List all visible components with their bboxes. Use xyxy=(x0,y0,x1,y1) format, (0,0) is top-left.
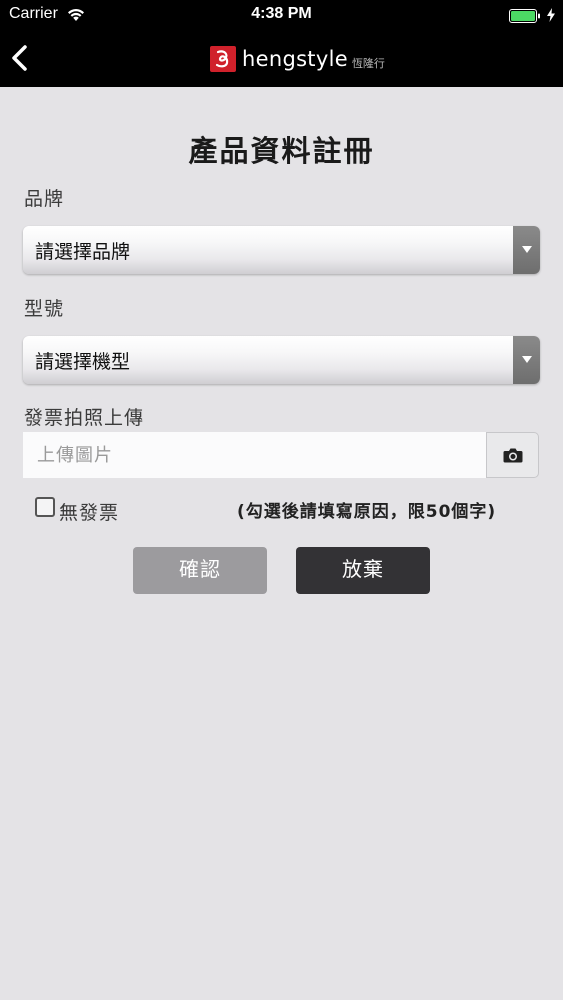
page-title: 產品資料註冊 xyxy=(188,134,375,168)
model-label: 型號 xyxy=(24,298,65,320)
clock: 4:38 PM xyxy=(251,5,312,22)
camera-button[interactable] xyxy=(486,432,539,478)
triangle-down-icon xyxy=(522,246,532,253)
model-select[interactable]: 請選擇機型 xyxy=(23,336,540,384)
brand-name: hengstyle xyxy=(242,47,348,71)
back-chevron-icon[interactable] xyxy=(10,44,30,76)
model-select-value: 請選擇機型 xyxy=(35,351,131,373)
upload-image-field[interactable] xyxy=(23,432,486,478)
triangle-down-icon xyxy=(522,356,532,363)
invoice-upload-label: 發票拍照上傳 xyxy=(24,407,145,429)
brand-select-value: 請選擇品牌 xyxy=(35,241,131,263)
brand-select[interactable]: 請選擇品牌 xyxy=(23,226,540,274)
no-invoice-hint: (勾選後請填寫原因，限50個字) xyxy=(237,502,497,522)
brand-mark-icon xyxy=(210,46,236,72)
brand-dropdown-arrow xyxy=(513,226,540,274)
nav-bar: hengstyle 恆隆行 xyxy=(0,30,563,87)
camera-icon xyxy=(503,448,523,463)
brand-label: 品牌 xyxy=(24,188,65,210)
no-invoice-checkbox[interactable] xyxy=(35,497,55,517)
brand-logo: hengstyle 恆隆行 xyxy=(210,44,385,74)
model-dropdown-arrow xyxy=(513,336,540,384)
confirm-button[interactable]: 確認 xyxy=(133,547,267,594)
status-bar: Carrier 4:38 PM xyxy=(0,0,563,30)
charging-icon xyxy=(547,7,555,26)
battery-icon xyxy=(509,8,541,27)
brand-name-chinese: 恆隆行 xyxy=(351,57,385,70)
no-invoice-label[interactable]: 無發票 xyxy=(59,498,119,525)
cancel-button[interactable]: 放棄 xyxy=(296,547,430,594)
